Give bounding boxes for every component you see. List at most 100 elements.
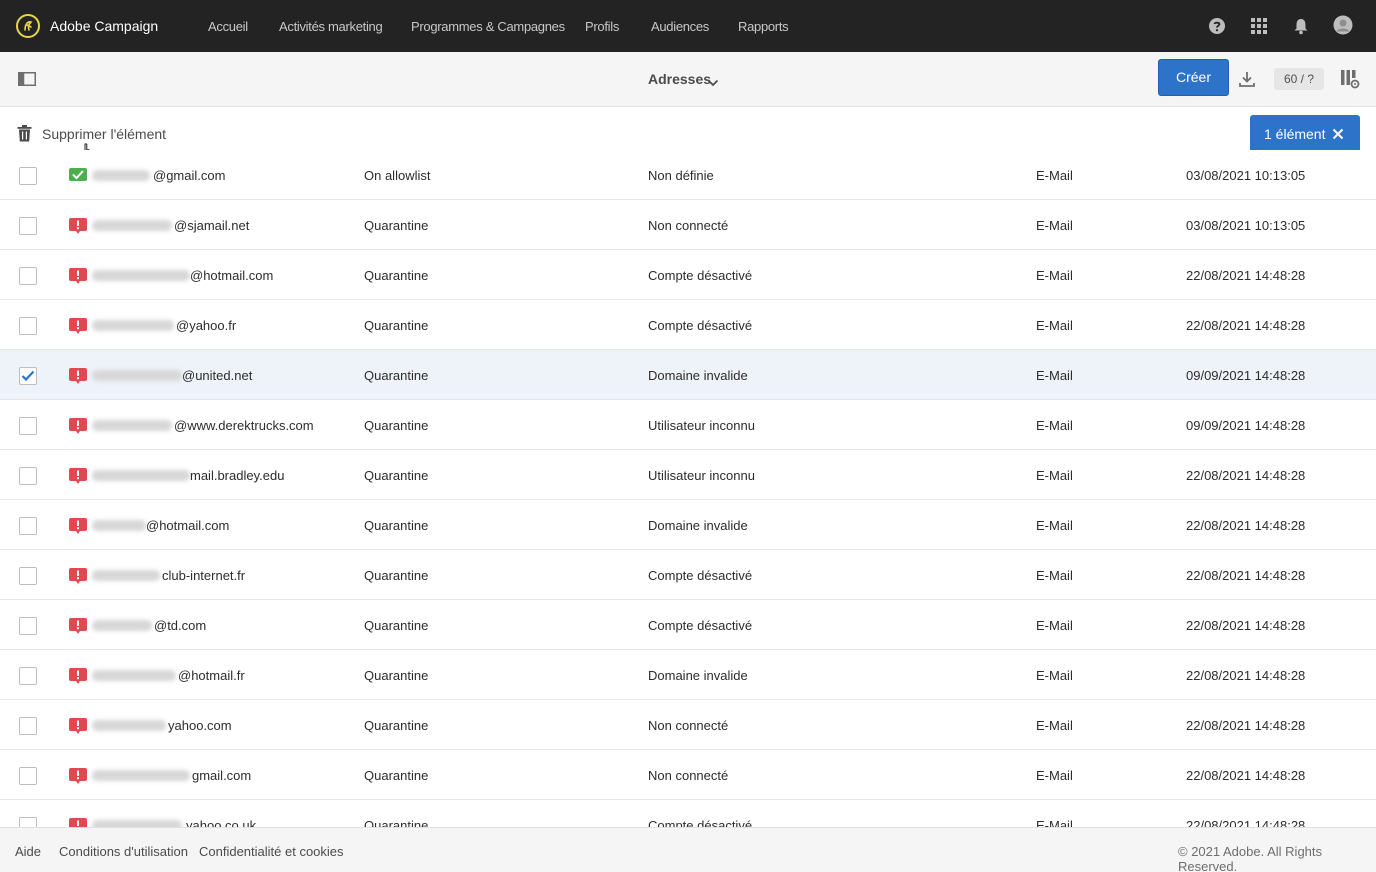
delete-item-button[interactable]: Supprimer l'élément (42, 126, 166, 142)
nav-item-programmes-campagnes[interactable]: Programmes & Campagnes (411, 19, 565, 34)
email-address[interactable]: @gmail.com (153, 168, 225, 183)
date-cell: 22/08/2021 14:48:28 (1186, 468, 1306, 483)
alert-status-icon (69, 318, 87, 339)
date-cell: 22/08/2021 14:48:28 (1186, 568, 1306, 583)
close-icon[interactable] (1332, 128, 1344, 140)
email-address[interactable]: @hotmail.com (146, 518, 229, 533)
row-checkbox[interactable] (19, 767, 37, 785)
table-row[interactable]: @yahoo.fr Quarantine Compte désactivé E-Mai… (0, 300, 1376, 350)
footer-link-terms[interactable]: Conditions d'utilisation (59, 844, 188, 859)
row-checkbox[interactable] (19, 567, 37, 585)
channel-cell: E-Mail (1036, 268, 1073, 283)
row-checkbox[interactable] (19, 267, 37, 285)
date-cell: 22/08/2021 14:48:28 (1186, 818, 1306, 827)
email-address[interactable]: @hotmail.com (190, 268, 273, 283)
table-row[interactable]: @gmail.com On allowlist Non définie E-Mail 0… (0, 150, 1376, 200)
download-icon[interactable] (1238, 70, 1256, 93)
redacted-email-local-part (92, 270, 190, 281)
row-checkbox[interactable] (19, 317, 37, 335)
email-address[interactable]: mail.bradley.edu (190, 468, 284, 483)
reason-cell: Compte désactivé (648, 618, 753, 633)
avatar[interactable] (1333, 15, 1353, 40)
adobe-campaign-logo[interactable] (16, 14, 40, 38)
apps-grid-icon[interactable] (1250, 17, 1268, 40)
footer-link-help[interactable]: Aide (15, 844, 41, 859)
table-row[interactable]: @hotmail.fr Quarantine Domaine invalide E-M… (0, 650, 1376, 700)
row-checkbox[interactable] (19, 467, 37, 485)
copyright: © 2021 Adobe. All Rights Reserved. (1178, 844, 1323, 872)
nav-item-audiences[interactable]: Audiences (651, 19, 709, 34)
table-row[interactable]: yahoo.co.uk Quarantine Compte désactivé E-M… (0, 800, 1376, 827)
redacted-email-local-part (92, 470, 190, 481)
reason-cell: Utilisateur inconnu (648, 418, 755, 433)
table-row[interactable]: @hotmail.com Quarantine Domaine invalide E-… (0, 500, 1376, 550)
reason-cell: Domaine invalide (648, 368, 748, 383)
email-address[interactable]: @yahoo.fr (176, 318, 236, 333)
nav-item-profils[interactable]: Profils (585, 19, 619, 34)
table-row[interactable]: @td.com Quarantine Compte désactivé E-Mail 2… (0, 600, 1376, 650)
side-panel-icon[interactable] (18, 72, 36, 91)
redacted-email-local-part (92, 170, 150, 181)
reason-cell: Compte désactivé (648, 318, 753, 333)
app-title[interactable]: Adobe Campaign (50, 18, 158, 34)
email-address[interactable]: @hotmail.fr (178, 668, 245, 683)
view-title[interactable]: Adresses (648, 71, 711, 87)
status-cell: Quarantine (364, 218, 429, 233)
nav-item-accueil[interactable]: Accueil (208, 19, 248, 34)
table-row[interactable]: mail.bradley.edu Quarantine Utilisateur in… (0, 450, 1376, 500)
create-button[interactable]: Créer (1158, 59, 1229, 96)
channel-cell: E-Mail (1036, 468, 1073, 483)
table-row[interactable]: @united.net Quarantine Domaine invalide E-M… (0, 350, 1376, 400)
column-settings-icon[interactable] (1340, 69, 1360, 94)
selection-count-button[interactable]: 1 élément (1250, 115, 1360, 152)
redacted-email-local-part (92, 320, 174, 331)
row-checkbox[interactable] (19, 667, 37, 685)
alert-status-icon (69, 618, 87, 639)
redacted-email-local-part (92, 420, 172, 431)
view-toolbar: Adresses Créer 60 / ? (0, 52, 1376, 107)
nav-item-rapports[interactable]: Rapports (738, 19, 789, 34)
status-cell: Quarantine (364, 668, 429, 683)
redacted-email-local-part (92, 720, 166, 731)
redacted-email-local-part (92, 620, 152, 631)
email-address[interactable]: gmail.com (192, 768, 251, 783)
table-row[interactable]: gmail.com Quarantine Non connecté E-Mail 22/… (0, 750, 1376, 800)
table-row[interactable]: @www.derektrucks.com Quarantine Utilisateu… (0, 400, 1376, 450)
nav-item-activites-marketing[interactable]: Activités marketing (279, 19, 383, 34)
table-row[interactable]: yahoo.com Quarantine Non connecté E-Mail 22/… (0, 700, 1376, 750)
row-checkbox[interactable] (19, 417, 37, 435)
bell-icon[interactable] (1292, 17, 1310, 40)
date-cell: 09/09/2021 14:48:28 (1186, 418, 1306, 433)
row-checkbox[interactable] (19, 167, 37, 185)
row-checkbox[interactable] (19, 817, 37, 827)
date-cell: 22/08/2021 14:48:28 (1186, 768, 1306, 783)
trash-icon[interactable] (17, 125, 32, 147)
channel-cell: E-Mail (1036, 318, 1073, 333)
row-checkbox[interactable] (19, 617, 37, 635)
redacted-email-local-part (92, 670, 176, 681)
chevron-down-icon[interactable] (707, 74, 719, 92)
email-address[interactable]: yahoo.com (168, 718, 232, 733)
checkmark-icon (21, 370, 35, 382)
help-icon[interactable] (1208, 17, 1226, 40)
email-address[interactable]: club-internet.fr (162, 568, 245, 583)
email-address[interactable]: @united.net (182, 368, 252, 383)
channel-cell: E-Mail (1036, 618, 1073, 633)
row-checkbox[interactable] (19, 517, 37, 535)
redacted-email-local-part (92, 520, 146, 531)
alert-status-icon (69, 368, 87, 389)
channel-cell: E-Mail (1036, 368, 1073, 383)
email-address[interactable]: @sjamail.net (174, 218, 249, 233)
table-row[interactable]: club-internet.fr Quarantine Compte désacti… (0, 550, 1376, 600)
footer-link-privacy[interactable]: Confidentialité et cookies (199, 844, 344, 859)
row-checkbox[interactable] (19, 367, 37, 385)
table-row[interactable]: @sjamail.net Quarantine Non connecté E-Mail… (0, 200, 1376, 250)
email-address[interactable]: @www.derektrucks.com (174, 418, 314, 433)
alert-status-icon (69, 818, 87, 827)
email-address[interactable]: @td.com (154, 618, 206, 633)
table-row[interactable]: @hotmail.com Quarantine Compte désactivé E-… (0, 250, 1376, 300)
row-checkbox[interactable] (19, 217, 37, 235)
email-address[interactable]: yahoo.co.uk (186, 818, 256, 827)
date-cell: 22/08/2021 14:48:28 (1186, 718, 1306, 733)
row-checkbox[interactable] (19, 717, 37, 735)
